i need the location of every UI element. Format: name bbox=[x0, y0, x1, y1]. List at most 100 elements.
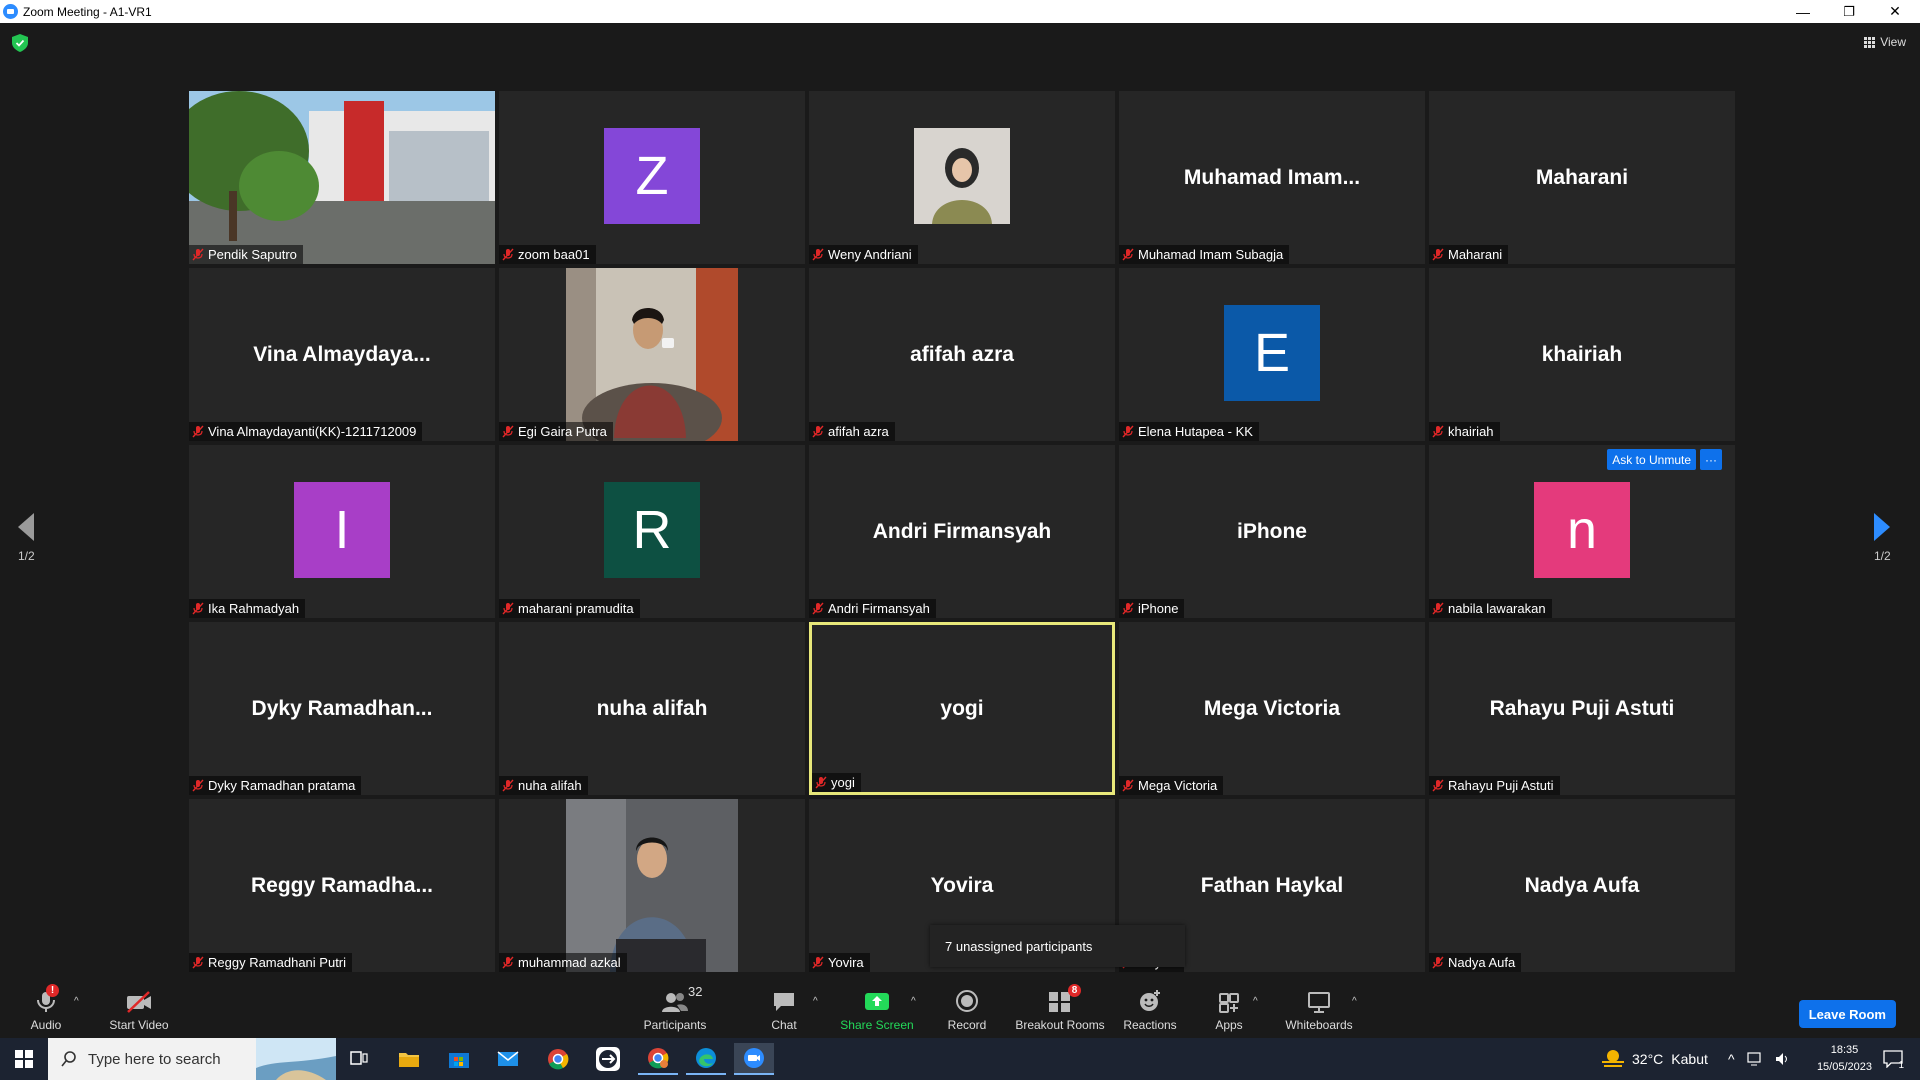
participant-name: maharani pramudita bbox=[518, 601, 634, 616]
participant-tile[interactable]: muhammad azkal bbox=[499, 799, 805, 972]
participant-tile[interactable]: Andri Firmansyah Andri Firmansyah bbox=[809, 445, 1115, 618]
system-clock[interactable]: 18:35 15/05/2023 bbox=[1817, 1042, 1872, 1076]
participant-tile[interactable]: n nabila lawarakan Ask to Unmute ··· bbox=[1429, 445, 1735, 618]
task-view-icon[interactable] bbox=[339, 1043, 379, 1075]
ask-to-unmute-button[interactable]: Ask to Unmute bbox=[1607, 449, 1696, 470]
participant-display-name: Maharani bbox=[1535, 165, 1629, 189]
participant-tile[interactable]: Dyky Ramadhan... Dyky Ramadhan pratama bbox=[189, 622, 495, 795]
muted-mic-icon bbox=[502, 425, 514, 438]
notifications-button[interactable]: 1 bbox=[1876, 1043, 1910, 1075]
more-options-button[interactable]: ··· bbox=[1700, 449, 1722, 470]
chat-button[interactable]: Chat bbox=[764, 980, 804, 1036]
weather-widget[interactable]: 32°C Kabut bbox=[1600, 1038, 1708, 1080]
participant-name-label: maharani pramudita bbox=[499, 599, 640, 618]
participant-tile[interactable]: Weny Andriani bbox=[809, 91, 1115, 264]
muted-mic-icon bbox=[502, 602, 514, 615]
weather-description: Kabut bbox=[1671, 1051, 1708, 1067]
grid-view-icon bbox=[1864, 36, 1876, 48]
participant-display-name: Fathan Haykal bbox=[1200, 873, 1344, 897]
restore-button[interactable]: ❐ bbox=[1826, 0, 1872, 23]
audio-options-chevron-icon[interactable]: ^ bbox=[74, 996, 79, 1007]
apps-button[interactable]: Apps bbox=[1212, 980, 1246, 1036]
participant-tile[interactable]: khairiah khairiah bbox=[1429, 268, 1735, 441]
view-button[interactable]: View bbox=[1864, 35, 1906, 49]
participant-tile[interactable]: Muhamad Imam... Muhamad Imam Subagja bbox=[1119, 91, 1425, 264]
participant-tile[interactable]: Zzoom baa01 bbox=[499, 91, 805, 264]
next-page-button[interactable]: 1/2 bbox=[1874, 513, 1891, 563]
participant-name-label: zoom baa01 bbox=[499, 245, 596, 264]
participant-tile[interactable]: Egi Gaira Putra bbox=[499, 268, 805, 441]
participant-name-label: Vina Almaydayanti(KK)-1211712009 bbox=[189, 422, 423, 441]
zoom-app-icon[interactable] bbox=[734, 1043, 774, 1075]
share-options-chevron-icon[interactable]: ^ bbox=[911, 996, 916, 1007]
unassigned-participants-popup[interactable]: 7 unassigned participants bbox=[930, 925, 1185, 967]
participant-tile[interactable]: Vina Almaydaya... Vina Almaydayanti(KK)-1… bbox=[189, 268, 495, 441]
chrome-profile-icon[interactable] bbox=[638, 1043, 678, 1075]
participant-tile[interactable]: yogi yogi bbox=[809, 622, 1115, 795]
share-screen-button[interactable]: Share Screen bbox=[840, 980, 914, 1036]
edge-icon[interactable] bbox=[686, 1043, 726, 1075]
muted-mic-icon bbox=[502, 248, 514, 261]
record-button[interactable]: Record bbox=[944, 980, 990, 1036]
whiteboards-options-chevron-icon[interactable]: ^ bbox=[1352, 996, 1357, 1007]
participant-display-name: afifah azra bbox=[910, 342, 1014, 366]
muted-mic-icon bbox=[815, 776, 827, 789]
chat-icon bbox=[774, 993, 794, 1011]
reactions-button[interactable]: Reactions bbox=[1122, 980, 1178, 1036]
participant-name-label: khairiah bbox=[1429, 422, 1500, 441]
participant-name: Rahayu Puji Astuti bbox=[1448, 778, 1554, 793]
remote-app-icon[interactable] bbox=[588, 1043, 628, 1075]
muted-mic-icon bbox=[192, 248, 204, 261]
participant-name: yogi bbox=[831, 775, 855, 790]
participant-tile[interactable]: nuha alifah nuha alifah bbox=[499, 622, 805, 795]
breakout-rooms-button[interactable]: 8 Breakout Rooms bbox=[1013, 980, 1107, 1036]
participant-tile[interactable]: Maharani Maharani bbox=[1429, 91, 1735, 264]
participant-tile[interactable]: I Ika Rahmadyah bbox=[189, 445, 495, 618]
chrome-icon[interactable] bbox=[538, 1043, 578, 1075]
participant-tile[interactable]: afifah azra afifah azra bbox=[809, 268, 1115, 441]
start-video-button[interactable]: Start Video bbox=[104, 980, 174, 1036]
audio-button[interactable]: ! Audio bbox=[28, 980, 64, 1036]
unassigned-text: 7 unassigned participants bbox=[945, 938, 1093, 954]
weather-temperature: 32°C bbox=[1632, 1051, 1664, 1067]
participant-tile[interactable]: Pendik Saputro bbox=[189, 91, 495, 264]
whiteboards-button[interactable]: Whiteboards bbox=[1284, 980, 1354, 1036]
participant-tile[interactable]: Mega Victoria Mega Victoria bbox=[1119, 622, 1425, 795]
microsoft-store-icon[interactable] bbox=[439, 1043, 479, 1075]
encryption-shield-icon[interactable] bbox=[12, 34, 28, 52]
participant-tile[interactable]: Reggy Ramadha... Reggy Ramadhani Putri bbox=[189, 799, 495, 972]
participant-name: nabila lawarakan bbox=[1448, 601, 1546, 616]
taskbar-search-box[interactable]: Type here to search bbox=[48, 1038, 336, 1080]
participant-name-label: Dyky Ramadhan pratama bbox=[189, 776, 362, 795]
arrow-left-icon bbox=[18, 513, 35, 541]
breakout-rooms-badge: 8 bbox=[1068, 984, 1081, 997]
minimize-button[interactable]: — bbox=[1780, 0, 1826, 23]
participant-name-label: nuha alifah bbox=[499, 776, 588, 795]
apps-options-chevron-icon[interactable]: ^ bbox=[1253, 996, 1258, 1007]
participant-name-label: Reggy Ramadhani Putri bbox=[189, 953, 353, 972]
window-title: Zoom Meeting - A1-VR1 bbox=[23, 4, 152, 19]
participant-tile[interactable]: Nadya Aufa Nadya Aufa bbox=[1429, 799, 1735, 972]
close-button[interactable]: ✕ bbox=[1872, 0, 1918, 23]
participant-name-label: Andri Firmansyah bbox=[809, 599, 936, 618]
volume-icon[interactable] bbox=[1775, 1052, 1791, 1066]
previous-page-button[interactable]: 1/2 bbox=[18, 513, 35, 563]
participant-tile[interactable]: Rahayu Puji Astuti Rahayu Puji Astuti bbox=[1429, 622, 1735, 795]
whiteboard-icon bbox=[1308, 992, 1330, 1013]
record-label: Record bbox=[947, 1018, 987, 1032]
network-icon[interactable] bbox=[1746, 1052, 1763, 1066]
participant-tile[interactable]: iPhone iPhone bbox=[1119, 445, 1425, 618]
hidden-icons-chevron-icon[interactable]: ^ bbox=[1728, 1051, 1735, 1067]
participant-tile[interactable]: Rmaharani pramudita bbox=[499, 445, 805, 618]
search-placeholder: Type here to search bbox=[88, 1050, 221, 1068]
chat-options-chevron-icon[interactable]: ^ bbox=[813, 996, 818, 1007]
participant-tile[interactable]: E Elena Hutapea - KK bbox=[1119, 268, 1425, 441]
participants-button[interactable]: 32 Participants bbox=[640, 980, 710, 1036]
file-explorer-icon[interactable] bbox=[389, 1043, 429, 1075]
mail-icon[interactable] bbox=[488, 1043, 528, 1075]
leave-room-button[interactable]: Leave Room bbox=[1798, 1000, 1896, 1028]
muted-mic-icon bbox=[1432, 602, 1444, 615]
audio-label: Audio bbox=[30, 1018, 62, 1032]
start-button[interactable] bbox=[4, 1043, 44, 1075]
participant-display-name: nuha alifah bbox=[596, 696, 708, 720]
